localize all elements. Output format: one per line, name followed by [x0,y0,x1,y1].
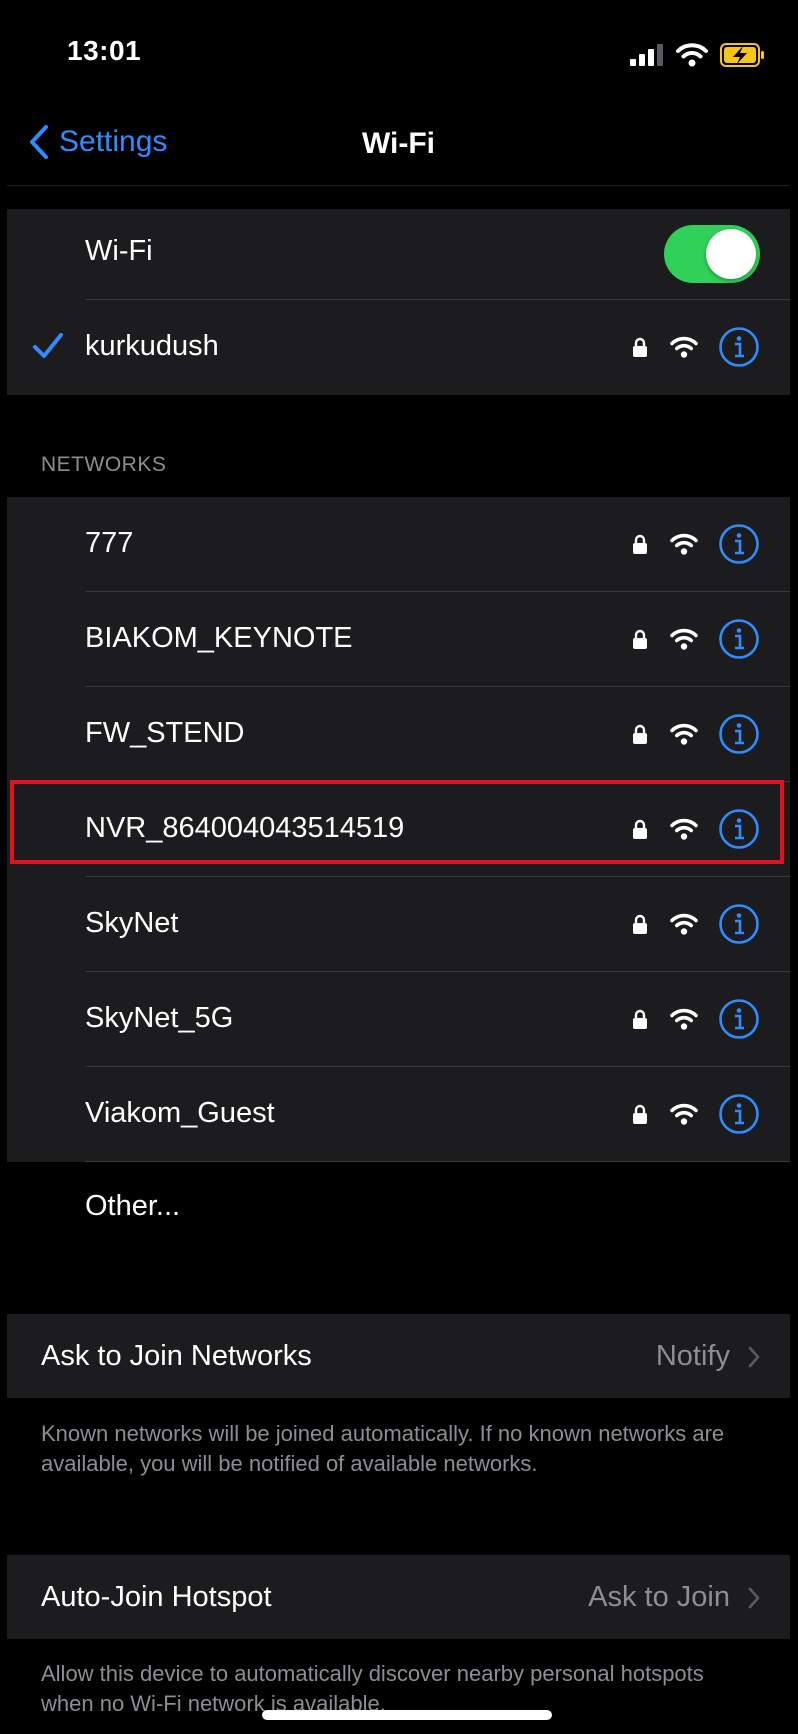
network-row[interactable]: BIAKOM_KEYNOTE [7,592,790,687]
lock-icon [633,1104,647,1124]
status-time: 13:01 [67,35,142,66]
checkmark-icon [33,333,63,358]
other-network-row[interactable]: Other... [7,1162,790,1257]
network-icons [632,903,760,945]
info-icon[interactable] [718,618,760,660]
ask-to-join-footer: Known networks will be joined automatica… [41,1421,725,1476]
wifi-toggle-switch[interactable] [664,225,760,283]
network-name: Viakom_Guest [85,1097,275,1129]
auto-join-hotspot-value: Ask to Join [588,1581,760,1614]
auto-join-hotspot-value-text: Ask to Join [588,1581,730,1613]
lock-icon [633,337,647,357]
wifi-status-icon [676,43,708,72]
info-icon[interactable] [718,1093,760,1135]
wifi-signal-icon [670,1103,698,1125]
connected-network-row[interactable]: kurkudush [7,300,790,395]
network-name: FW_STEND [85,717,245,749]
info-icon[interactable] [718,998,760,1040]
battery-charging-icon [720,43,766,72]
network-row[interactable]: 777 [7,497,790,592]
network-icons [632,326,760,368]
lock-icon [633,534,647,554]
auto-join-hotspot-row[interactable]: Auto-Join Hotspot Ask to Join [7,1555,790,1639]
wifi-signal-icon [670,1008,698,1030]
ask-to-join-label: Ask to Join Networks [41,1340,312,1372]
network-name: BIAKOM_KEYNOTE [85,622,353,654]
nav-divider [7,185,790,186]
page-title: Wi-Fi [361,127,436,160]
network-icons [632,1093,760,1135]
wifi-signal-icon [670,628,698,650]
cellular-signal-icon [630,44,664,71]
wifi-settings-screen: 13:01 Settings Wi-Fi Wi-Fi kurkudush NET… [7,7,790,1727]
ask-to-join-row[interactable]: Ask to Join Networks Notify [7,1314,790,1398]
network-name: 777 [85,527,134,559]
connected-network-name: kurkudush [85,330,219,362]
network-icons [632,713,760,755]
network-icons [632,523,760,565]
network-row[interactable]: SkyNet_5G [7,972,790,1067]
network-name: SkyNet [85,907,179,939]
network-name: SkyNet_5G [85,1002,234,1034]
home-indicator [262,1710,552,1720]
lock-icon [633,724,647,744]
wifi-group: Wi-Fi kurkudush [7,209,790,395]
wifi-signal-icon [670,723,698,745]
network-row[interactable]: SkyNet [7,877,790,972]
info-icon[interactable] [718,326,760,368]
info-icon[interactable] [718,523,760,565]
lock-icon [633,629,647,649]
lock-icon [633,1009,647,1029]
lock-icon [633,914,647,934]
info-icon[interactable] [718,903,760,945]
ask-to-join-value-text: Notify [655,1340,730,1372]
status-icons [630,43,766,72]
info-icon[interactable] [718,713,760,755]
toggle-knob [706,229,756,279]
networks-section-header: NETWORKS [41,453,167,476]
wifi-signal-icon [670,913,698,935]
other-network-label: Other... [85,1190,181,1222]
auto-join-hotspot-label: Auto-Join Hotspot [41,1581,272,1613]
chevron-right-icon [748,1587,760,1608]
chevron-right-icon [748,1346,760,1367]
wifi-signal-icon [670,533,698,555]
network-icons [632,998,760,1040]
wifi-signal-icon [670,336,698,358]
network-row[interactable]: Viakom_Guest [7,1067,790,1162]
highlight-box [10,780,784,864]
network-icons [632,618,760,660]
network-row[interactable]: FW_STEND [7,687,790,782]
ask-to-join-value: Notify [656,1340,760,1373]
wifi-toggle-label: Wi-Fi [85,235,153,267]
wifi-toggle-row: Wi-Fi [7,209,790,299]
